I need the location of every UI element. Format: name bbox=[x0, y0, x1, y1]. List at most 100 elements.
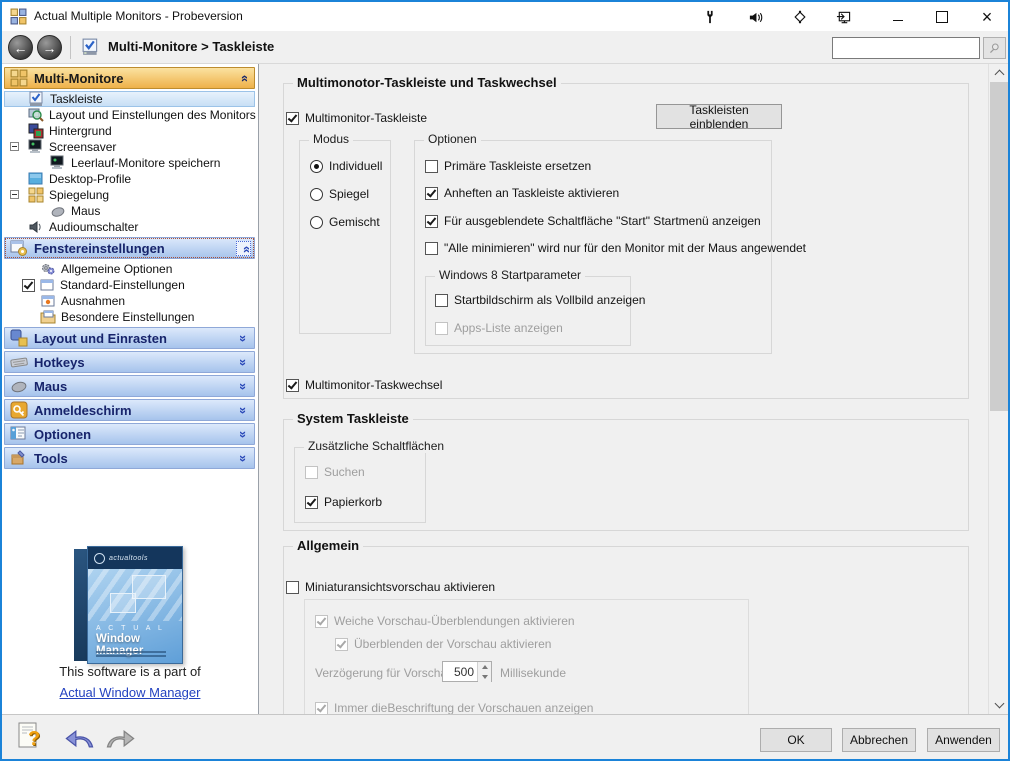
sidebar-section-optionen[interactable]: Optionen » bbox=[4, 423, 255, 445]
ok-button[interactable]: OK bbox=[760, 728, 832, 752]
sidebar-item-leerlauf-monitore[interactable]: Leerlauf-Monitore speichern bbox=[4, 155, 255, 171]
forward-button[interactable] bbox=[37, 35, 62, 60]
checkbox-label: Multimonitor-Taskwechsel bbox=[305, 378, 443, 392]
radio-spiegel[interactable]: Spiegel bbox=[310, 186, 369, 202]
monitor-switch-icon[interactable] bbox=[834, 8, 852, 26]
checkbox-anheften[interactable]: Anheften an Taskleiste aktivieren bbox=[425, 185, 619, 201]
checkbox-box bbox=[305, 495, 318, 509]
collapse-expander-icon[interactable] bbox=[10, 142, 19, 151]
sidebar-section-maus[interactable]: Maus » bbox=[4, 375, 255, 397]
checkbox-box bbox=[335, 637, 348, 651]
group-title: System Taskleiste bbox=[293, 411, 413, 426]
checkbox-box bbox=[435, 293, 448, 307]
item-checkbox[interactable] bbox=[22, 278, 35, 292]
sidebar-section-fenstereinstellungen[interactable]: Fenstereinstellungen » bbox=[4, 237, 255, 259]
close-button[interactable] bbox=[978, 8, 996, 26]
checkbox-box bbox=[425, 186, 438, 200]
checkbox-label: Primäre Taskleiste ersetzen bbox=[444, 159, 592, 173]
section-label: Maus bbox=[34, 378, 68, 394]
collapse-expander-icon[interactable] bbox=[10, 190, 19, 199]
sidebar-item-hintergrund[interactable]: Hintergrund bbox=[4, 123, 255, 139]
help-icon[interactable]: ? bbox=[16, 722, 46, 752]
group-title: Windows 8 Startparameter bbox=[435, 268, 586, 282]
breadcrumb: Multi-Monitore > Taskleiste bbox=[108, 39, 275, 54]
hotkey-tool-icon[interactable] bbox=[701, 8, 719, 26]
sidebar-item-audioumschalter[interactable]: Audioumschalter bbox=[4, 219, 255, 235]
sidebar-section-multi-monitore[interactable]: Multi-Monitore » bbox=[4, 67, 255, 89]
group-title: Optionen bbox=[424, 132, 481, 146]
sidebar-item-maus-sub[interactable]: Maus bbox=[4, 203, 255, 219]
move-icon[interactable] bbox=[791, 8, 809, 26]
group-title: Modus bbox=[309, 132, 354, 146]
item-label: Hintergrund bbox=[49, 124, 112, 138]
minimize-button[interactable] bbox=[889, 8, 907, 26]
separator bbox=[70, 36, 71, 59]
checkbox-papierkorb[interactable]: Papierkorb bbox=[305, 494, 382, 510]
monitor-icon bbox=[50, 155, 66, 171]
sidebar-item-ausnahmen[interactable]: Ausnahmen bbox=[4, 293, 255, 309]
sidebar-item-desktop-profile[interactable]: Desktop-Profile bbox=[4, 171, 255, 187]
redo-icon[interactable] bbox=[104, 726, 136, 749]
actual-window-manager-link[interactable]: Actual Window Manager bbox=[2, 685, 258, 700]
radio-gemischt[interactable]: Gemischt bbox=[310, 214, 380, 230]
back-button[interactable] bbox=[8, 35, 33, 60]
checkbox-primaere-taskleiste[interactable]: Primäre Taskleiste ersetzen bbox=[425, 158, 591, 174]
checkbox-label: Für ausgeblendete Schaltfläche "Start" S… bbox=[444, 214, 761, 228]
item-label: Audioumschalter bbox=[49, 220, 139, 234]
cancel-button[interactable]: Abbrechen bbox=[842, 728, 916, 752]
vertical-scrollbar[interactable] bbox=[988, 64, 1008, 714]
sidebar-item-taskleiste[interactable]: Taskleiste bbox=[4, 91, 255, 107]
spin-down-icon[interactable] bbox=[478, 672, 491, 682]
checkbox-label: Miniaturansichtsvorschau aktivieren bbox=[305, 580, 496, 594]
group-optionen: Optionen Primäre Taskleiste ersetzen Anh… bbox=[414, 132, 806, 354]
checkbox-label: Apps-Liste anzeigen bbox=[454, 321, 563, 335]
apply-button[interactable]: Anwenden bbox=[927, 728, 1000, 752]
sidebar-item-standard-einstellungen[interactable]: Standard-Einstellungen bbox=[4, 277, 255, 293]
undo-icon[interactable] bbox=[64, 726, 96, 749]
delay-value: 500 bbox=[453, 665, 474, 679]
box-artwork bbox=[88, 569, 182, 621]
checkbox-box bbox=[305, 465, 318, 479]
checkbox-multimonitor-taskleiste[interactable]: Multimonitor-Taskleiste bbox=[286, 110, 427, 126]
radio-individuell[interactable]: Individuell bbox=[310, 158, 382, 174]
sidebar-section-hotkeys[interactable]: Hotkeys » bbox=[4, 351, 255, 373]
sidebar-section-tools[interactable]: Tools » bbox=[4, 447, 255, 469]
sidebar-section-layout-einrasten[interactable]: Layout und Einrasten » bbox=[4, 327, 255, 349]
checkbox-multimonitor-taskwechsel[interactable]: Multimonitor-Taskwechsel bbox=[286, 377, 442, 393]
search-input[interactable] bbox=[832, 37, 980, 59]
product-series: A C T U A L bbox=[96, 625, 165, 632]
product-box-image: actualtools A C T U A L Window Manager bbox=[74, 546, 186, 664]
checkbox-startmenu[interactable]: Für ausgeblendete Schaltfläche "Start" S… bbox=[425, 213, 761, 229]
checkbox-weiche-ueberblendungen: Weiche Vorschau-Überblendungen aktiviere… bbox=[315, 613, 575, 629]
caption-lines bbox=[96, 651, 166, 658]
sidebar-item-screensaver[interactable]: Screensaver bbox=[4, 139, 255, 155]
delay-spinner[interactable]: 500 bbox=[442, 661, 492, 682]
group-multimonitor-taskbar: Multimonotor-Taskleiste und Taskwechsel … bbox=[283, 75, 969, 399]
window-settings-icon bbox=[10, 239, 28, 257]
sidebar-item-layout-monitor[interactable]: Layout und Einstellungen des Monitors bbox=[4, 107, 256, 123]
scroll-up-icon[interactable] bbox=[990, 64, 1008, 81]
maximize-button[interactable] bbox=[933, 8, 951, 26]
radio-label: Gemischt bbox=[329, 215, 380, 229]
sidebar-item-spiegelung[interactable]: Spiegelung bbox=[4, 187, 255, 203]
sidebar-item-allgemeine-optionen[interactable]: Allgemeine Optionen bbox=[4, 261, 255, 277]
scroll-down-icon[interactable] bbox=[990, 696, 1008, 713]
spinner-buttons[interactable] bbox=[477, 662, 491, 682]
checkbox-alle-minimieren[interactable]: "Alle minimieren" wird nur für den Monit… bbox=[425, 240, 806, 256]
show-taskbars-button[interactable]: Taskleisten einblenden bbox=[656, 103, 782, 131]
spin-up-icon[interactable] bbox=[478, 662, 491, 672]
chevron-up-icon[interactable]: » bbox=[236, 75, 251, 82]
item-label: Maus bbox=[71, 204, 101, 218]
search-button[interactable] bbox=[983, 37, 1006, 59]
box-side bbox=[74, 549, 87, 661]
volume-icon[interactable] bbox=[746, 8, 764, 26]
sidebar-section-anmeldeschirm[interactable]: Anmeldeschirm » bbox=[4, 399, 255, 421]
scrollbar-thumb[interactable] bbox=[990, 82, 1008, 411]
multi-monitors-icon bbox=[10, 69, 28, 87]
checkbox-startbildschirm-vollbild[interactable]: Startbildschirm als Vollbild anzeigen bbox=[435, 292, 645, 308]
checkbox-miniaturansicht[interactable]: Miniaturansichtsvorschau aktivieren bbox=[286, 579, 495, 595]
checkbox-box bbox=[425, 241, 438, 255]
window-art bbox=[132, 575, 166, 599]
collapse-section-button[interactable]: » bbox=[236, 241, 253, 256]
sidebar-item-besondere-einstellungen[interactable]: Besondere Einstellungen bbox=[4, 309, 255, 325]
